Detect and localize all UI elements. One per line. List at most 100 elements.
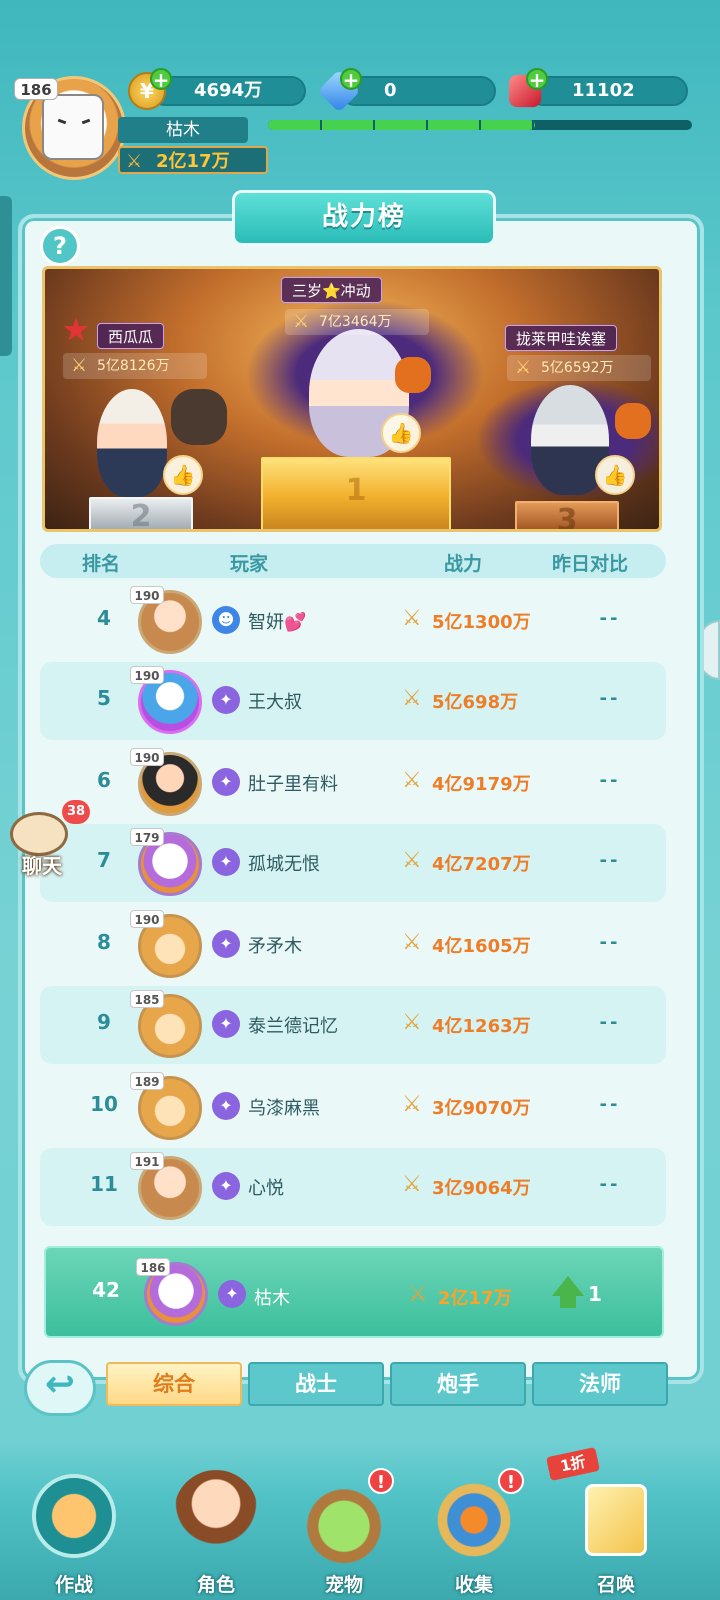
third-place-pet xyxy=(615,403,651,439)
podium-third-number: 3 xyxy=(556,503,578,532)
rank-up-arrow-icon xyxy=(552,1276,584,1296)
table-row[interactable]: 10 189 ✦ 乌漆麻黑 ⚔ 3亿9070万 -- xyxy=(40,1068,666,1146)
nav-character[interactable]: 角色 xyxy=(156,1460,276,1600)
player-avatar-face xyxy=(42,94,104,160)
row-power: 4亿1605万 xyxy=(432,936,531,957)
row-player-name: 乌漆麻黑 xyxy=(248,1098,320,1119)
row-rank: 6 xyxy=(97,768,111,792)
guild-emblem-icon: ✦ xyxy=(212,1010,240,1038)
summon-card-icon xyxy=(585,1484,647,1556)
row-compare: -- xyxy=(599,932,621,953)
ruby-add-button[interactable]: + xyxy=(526,68,548,90)
row-compare: -- xyxy=(599,850,621,871)
third-place-like-button[interactable]: 👍 xyxy=(595,455,635,495)
diamond-add-button[interactable]: + xyxy=(340,68,362,90)
tab-mage[interactable]: 法师 xyxy=(532,1362,668,1406)
player-level-badge: 186 xyxy=(14,78,58,100)
nav-character-label: 角色 xyxy=(196,1574,235,1596)
gold-add-button[interactable]: + xyxy=(150,68,172,90)
crossed-swords-icon: ⚔ xyxy=(402,930,422,955)
row-power: 5亿1300万 xyxy=(432,612,531,633)
row-level-badge: 189 xyxy=(130,1072,164,1090)
table-row[interactable]: 5 190 ✦ 王大叔 ⚔ 5亿698万 -- xyxy=(40,662,666,740)
podium-third-block: 3 xyxy=(515,501,619,532)
row-compare: -- xyxy=(599,688,621,709)
ruby-display: 11102 xyxy=(528,76,688,106)
leaderboard-table-header: 排名 玩家 战力 昨日对比 xyxy=(40,544,666,578)
row-level-badge: 190 xyxy=(130,748,164,766)
nav-pet-label: 宠物 xyxy=(324,1574,363,1596)
nav-summon-label: 召唤 xyxy=(596,1574,635,1596)
nav-summon[interactable]: 召唤 xyxy=(556,1460,676,1600)
guild-emblem-icon: ✦ xyxy=(212,686,240,714)
left-edge-tab[interactable] xyxy=(0,196,12,356)
collect-alert-badge: ! xyxy=(498,1468,524,1494)
podium-first-block: 1 xyxy=(261,457,451,529)
my-power: 2亿17万 xyxy=(438,1288,512,1309)
tab-overall[interactable]: 综合 xyxy=(106,1362,242,1406)
guild-emblem-icon: ✦ xyxy=(212,848,240,876)
row-compare: -- xyxy=(599,1174,621,1195)
row-rank: 4 xyxy=(97,606,111,630)
diamond-display: 0 xyxy=(340,76,496,106)
table-row[interactable]: 4 190 ☻ 智妍💕 ⚔ 5亿1300万 -- xyxy=(40,582,666,660)
row-compare: -- xyxy=(599,1012,621,1033)
row-level-badge: 190 xyxy=(130,666,164,684)
top-three-podium: 1 2 3 三岁⭐冲动 ⚔ 7亿3464万 西瓜瓜 ⚔ 5亿8126万 拢莱甲哇… xyxy=(42,266,662,532)
row-level-badge: 185 xyxy=(130,990,164,1008)
back-arrow-icon[interactable]: ↩ xyxy=(24,1360,96,1416)
guild-emblem-icon: ✦ xyxy=(212,930,240,958)
leaderboard-title: 战力榜 xyxy=(232,190,496,246)
nav-collect[interactable]: ! 收集 xyxy=(414,1460,534,1600)
xp-bar xyxy=(268,120,692,130)
my-rank: 42 xyxy=(92,1278,120,1302)
row-player-name: 矛矛木 xyxy=(248,936,302,957)
row-player-name: 肚子里有料 xyxy=(248,774,338,795)
help-button[interactable]: ? xyxy=(40,226,80,266)
row-power: 3亿9064万 xyxy=(432,1178,531,1199)
rank-up-arrow-stem xyxy=(560,1294,576,1308)
row-player-name: 王大叔 xyxy=(248,692,302,713)
table-row[interactable]: 11 191 ✦ 心悦 ⚔ 3亿9064万 -- xyxy=(40,1148,666,1226)
chat-label[interactable]: 聊天 xyxy=(22,850,62,879)
row-level-badge: 179 xyxy=(130,828,164,846)
battle-totem-icon xyxy=(32,1474,116,1558)
my-level-badge: 186 xyxy=(136,1258,170,1276)
table-row[interactable]: 8 190 ✦ 矛矛木 ⚔ 4亿1605万 -- xyxy=(40,906,666,984)
tab-warrior[interactable]: 战士 xyxy=(248,1362,384,1406)
row-player-name: 孤城无恨 xyxy=(248,854,320,875)
table-row[interactable]: 9 185 ✦ 泰兰德记忆 ⚔ 4亿1263万 -- xyxy=(40,986,666,1064)
second-place-character[interactable] xyxy=(97,389,167,497)
pet-alert-badge: ! xyxy=(368,1468,394,1494)
pet-egg-icon xyxy=(302,1480,386,1564)
nav-pet[interactable]: ! 宠物 xyxy=(284,1460,404,1600)
guild-emblem-icon: ✦ xyxy=(212,1092,240,1120)
table-row[interactable]: 7 179 ✦ 孤城无恨 ⚔ 4亿7207万 -- xyxy=(40,824,666,902)
crossed-swords-icon: ⚔ xyxy=(402,1172,422,1197)
nav-battle[interactable]: 作战 xyxy=(14,1460,134,1600)
ruby-amount: 11102 xyxy=(572,80,635,101)
first-place-power-value: 7亿3464万 xyxy=(319,314,392,330)
row-level-badge: 190 xyxy=(130,586,164,604)
third-place-power-value: 5亿6592万 xyxy=(541,360,614,376)
first-place-like-button[interactable]: 👍 xyxy=(381,413,421,453)
my-rank-row[interactable]: 42 186 ✦ 枯木 ⚔ 2亿17万 1 xyxy=(44,1246,664,1338)
xp-bar-fill xyxy=(268,120,536,130)
header-power: 战力 xyxy=(444,553,483,575)
row-player-name: 泰兰德记忆 xyxy=(248,1016,338,1037)
row-power: 5亿698万 xyxy=(432,692,519,713)
rank-star-icon xyxy=(63,317,89,341)
podium-second-block: 2 xyxy=(89,497,193,529)
diamond-amount: 0 xyxy=(384,80,397,101)
tab-gunner[interactable]: 炮手 xyxy=(390,1362,526,1406)
character-icon xyxy=(174,1470,258,1554)
row-compare: -- xyxy=(599,608,621,629)
second-place-like-button[interactable]: 👍 xyxy=(163,455,203,495)
row-rank: 10 xyxy=(90,1092,118,1116)
row-compare: -- xyxy=(599,1094,621,1115)
row-rank: 9 xyxy=(97,1010,111,1034)
table-row[interactable]: 6 190 ✦ 肚子里有料 ⚔ 4亿9179万 -- xyxy=(40,744,666,822)
row-compare: -- xyxy=(599,770,621,791)
crossed-swords-icon: ⚔ xyxy=(408,1282,428,1307)
second-place-pet xyxy=(171,389,227,445)
